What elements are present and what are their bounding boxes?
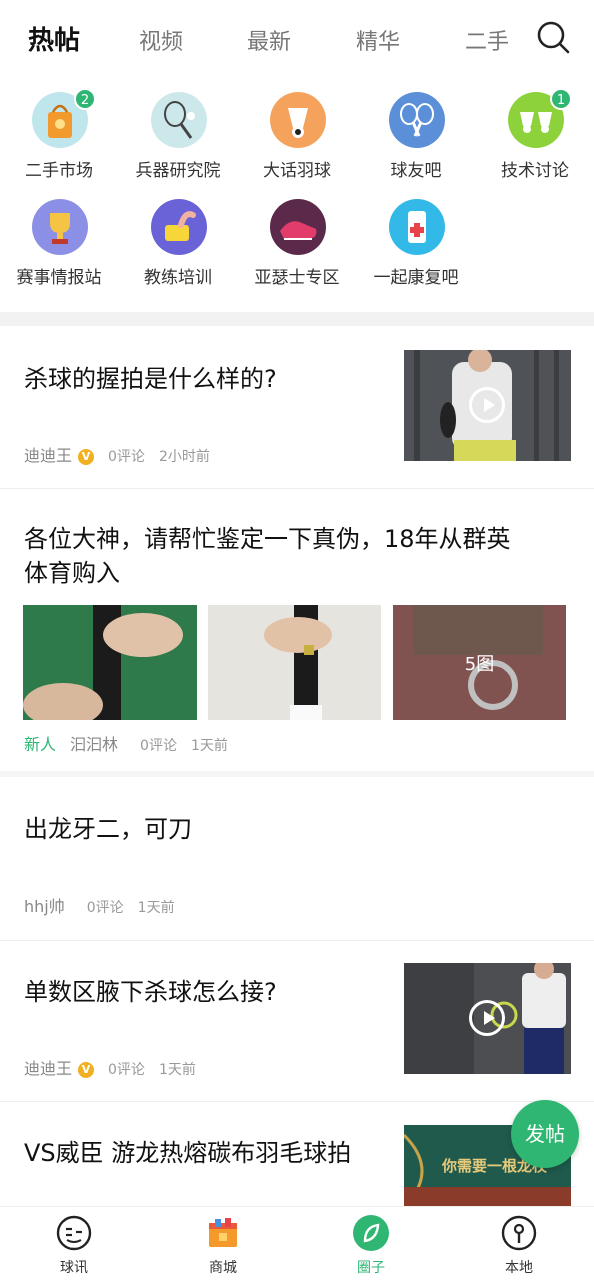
unread-badge: 2 (74, 88, 96, 110)
post-meta: hhj帅 0评论 1天前 (24, 893, 175, 917)
separator (0, 1101, 594, 1102)
video-thumbnail[interactable] (404, 350, 571, 461)
post-title: 单数区腋下杀球怎么接? (24, 978, 277, 1006)
tab-video[interactable]: 视频 (139, 24, 183, 56)
category-second-hand-market[interactable]: 2 二手市场 (0, 84, 118, 184)
tab-featured[interactable]: 精华 (356, 24, 400, 56)
post-time: 1天前 (137, 900, 175, 916)
separator (0, 488, 594, 489)
category-label: 二手市场 (25, 161, 93, 181)
forum-page: 热帖 视频 最新 精华 二手 2 二手市场 兵器研究院 大话羽球 球友吧 1 技… (0, 0, 594, 1280)
phone-medical-icon (389, 199, 445, 255)
separator (0, 940, 594, 941)
search-icon[interactable] (536, 20, 570, 54)
nav-local[interactable]: 本地 (459, 1213, 579, 1277)
category-friends-bar[interactable]: 球友吧 (357, 84, 475, 184)
post-time: 2小时前 (158, 449, 210, 465)
play-icon (469, 387, 505, 423)
nav-label: 球讯 (60, 1260, 88, 1276)
category-coach-training[interactable]: 教练培训 (119, 191, 237, 291)
post-time: 1天前 (190, 738, 228, 754)
post-meta: 新人 汩汩林 0评论 1天前 (24, 731, 228, 755)
rackets-icon (389, 92, 445, 148)
category-label: 教练培训 (144, 268, 212, 288)
location-pin-icon (501, 1215, 537, 1251)
bottom-nav-bar: 球讯 商城 圈子 本地 (0, 1206, 594, 1280)
category-rehab-bar[interactable]: 一起康复吧 (357, 191, 475, 291)
category-badminton-talk[interactable]: 大话羽球 (238, 84, 356, 184)
post-title: VS威臣 游龙热熔碳布羽毛球拍 (24, 1139, 352, 1167)
category-tech-discussion[interactable]: 1 技术讨论 (476, 84, 594, 184)
category-grid: 2 二手市场 兵器研究院 大话羽球 球友吧 1 技术讨论 赛事情报站 教练培训 … (0, 84, 594, 304)
tab-second-hand[interactable]: 二手 (465, 24, 509, 56)
separator (0, 771, 594, 777)
trophy-icon (32, 199, 88, 255)
shop-box-icon (209, 1218, 237, 1247)
top-tab-bar: 热帖 视频 最新 精华 二手 (0, 0, 594, 78)
post-title-line: 各位大神，请帮忙鉴定一下真伪，18年从群英 (24, 525, 511, 553)
post-image[interactable]: 5图 (393, 605, 566, 720)
newbie-tag: 新人 (24, 735, 57, 754)
unread-badge: 1 (550, 88, 572, 110)
category-label: 大话羽球 (263, 161, 331, 181)
video-thumbnail[interactable] (404, 963, 571, 1074)
post-image[interactable] (23, 605, 197, 720)
section-divider (0, 312, 594, 326)
comment-count: 0评论 (86, 900, 124, 916)
muscle-arm-icon (151, 199, 207, 255)
shoe-icon (270, 199, 326, 255)
category-label: 一起康复吧 (373, 268, 459, 288)
leaf-icon (353, 1215, 389, 1251)
nav-label: 圈子 (357, 1260, 385, 1276)
post-image[interactable] (208, 605, 381, 720)
nav-label: 商城 (209, 1260, 237, 1276)
nav-news[interactable]: 球讯 (14, 1213, 134, 1277)
tab-latest[interactable]: 最新 (247, 24, 291, 56)
tab-hot[interactable]: 热帖 (28, 20, 80, 57)
post-time: 1天前 (158, 1062, 196, 1078)
comment-count: 0评论 (108, 1062, 145, 1078)
image-count: 5图 (464, 654, 495, 675)
nav-circle[interactable]: 圈子 (311, 1213, 431, 1277)
news-face-icon (56, 1215, 92, 1251)
post-title: 杀球的握拍是什么样的? (24, 365, 277, 393)
nav-shop[interactable]: 商城 (163, 1213, 283, 1277)
category-tournament-news[interactable]: 赛事情报站 (0, 191, 118, 291)
nav-label: 本地 (505, 1260, 533, 1276)
racket-icon (151, 92, 207, 148)
category-asics-zone[interactable]: 亚瑟士专区 (238, 191, 356, 291)
comment-count: 0评论 (140, 738, 177, 754)
post-title-line: 体育购入 (24, 559, 120, 587)
category-label: 球友吧 (390, 161, 442, 181)
category-label: 赛事情报站 (16, 268, 102, 288)
author-name[interactable]: 迪迪王 (24, 446, 72, 465)
category-label: 兵器研究院 (135, 161, 221, 181)
category-equipment-lab[interactable]: 兵器研究院 (119, 84, 237, 184)
author-name[interactable]: 迪迪王 (24, 1059, 72, 1078)
verified-badge: V (78, 449, 95, 465)
post-meta: 迪迪王 V 0评论 2小时前 (24, 442, 210, 466)
new-post-button[interactable]: 发帖 (511, 1100, 579, 1168)
category-label: 技术讨论 (501, 161, 569, 181)
author-name[interactable]: 汩汩林 (70, 735, 118, 754)
post-title: 出龙牙二，可刀 (24, 815, 192, 843)
verified-badge: V (78, 1062, 95, 1078)
author-name[interactable]: hhj帅 (24, 897, 65, 916)
shuttlecock-icon (270, 92, 326, 148)
category-label: 亚瑟士专区 (254, 268, 340, 288)
comment-count: 0评论 (108, 449, 145, 465)
play-icon (469, 1000, 505, 1036)
post-meta: 迪迪王 V 0评论 1天前 (24, 1055, 196, 1079)
